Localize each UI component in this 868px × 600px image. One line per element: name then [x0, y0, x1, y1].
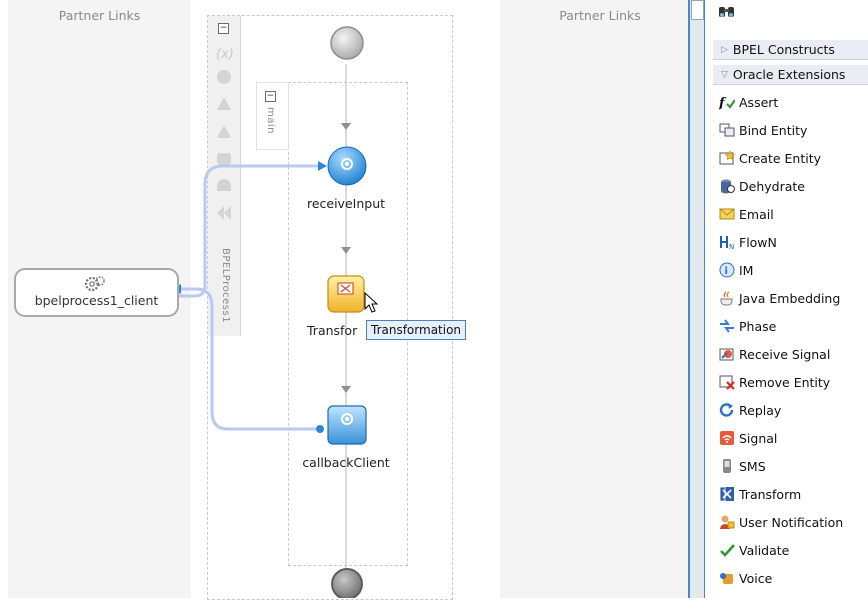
mouse-cursor-icon	[364, 292, 379, 313]
phase-icon	[719, 318, 735, 334]
palette-item-receive-signal[interactable]: Receive Signal	[713, 340, 868, 368]
section-label: BPEL Constructs	[732, 42, 835, 57]
user-notification-icon	[719, 514, 735, 530]
palette-item-dehydrate[interactable]: Dehydrate	[713, 172, 868, 200]
svg-text:f: f	[719, 96, 727, 110]
create-entity-icon	[719, 150, 735, 166]
palette-section-oracle-extensions[interactable]: ▽ Oracle Extensions	[713, 65, 868, 85]
voice-icon	[719, 570, 735, 586]
expand-icon: ▷	[721, 44, 728, 55]
collapse-icon: ▽	[721, 69, 728, 80]
validate-icon	[719, 542, 735, 558]
palette-scroll-thumb[interactable]	[691, 0, 704, 20]
svg-text:N: N	[729, 243, 734, 250]
section-label: Oracle Extensions	[732, 67, 846, 82]
bind-entity-icon	[719, 122, 735, 138]
start-node[interactable]	[329, 25, 365, 61]
replay-icon	[719, 402, 735, 418]
transformation-tooltip: Transformation	[366, 320, 467, 340]
wire-client-to-receive	[178, 164, 322, 298]
receive-signal-icon	[719, 346, 735, 362]
email-icon	[719, 206, 735, 222]
flow-arrow-3	[341, 386, 351, 393]
palette-item-bind-entity[interactable]: Bind Entity	[713, 116, 868, 144]
palette-item-signal[interactable]: Signal	[713, 424, 868, 452]
callback-client-icon[interactable]	[326, 404, 368, 446]
signal-icon	[719, 430, 735, 446]
palette-item-voice[interactable]: Voice	[713, 564, 868, 592]
flown-icon: N	[719, 234, 735, 250]
palette-item-im[interactable]: i IM	[713, 256, 868, 284]
receive-input-label[interactable]: receiveInput	[296, 196, 396, 211]
svg-text:i: i	[725, 266, 728, 277]
palette-item-assert[interactable]: f Assert	[713, 88, 868, 116]
wire-callback-to-client	[180, 287, 316, 431]
transform-activity-label[interactable]: Transfor	[307, 323, 357, 338]
flow-arrow-1	[341, 123, 351, 130]
gears-icon	[84, 276, 105, 292]
palette-item-replay[interactable]: Replay	[713, 396, 868, 424]
palette-section-bpel-constructs[interactable]: ▷ BPEL Constructs	[713, 40, 868, 60]
im-icon: i	[719, 262, 735, 278]
assert-icon: f	[719, 94, 735, 110]
palette-item-user-notification[interactable]: User Notification	[713, 508, 868, 536]
sms-icon	[719, 458, 735, 474]
callback-port	[316, 425, 324, 433]
binoculars-search-icon[interactable]	[717, 4, 737, 20]
remove-entity-icon	[719, 374, 735, 390]
palette-item-validate[interactable]: Validate	[713, 536, 868, 564]
transformation-activity-icon[interactable]	[326, 274, 366, 314]
callback-client-label[interactable]: callbackClient	[296, 455, 396, 470]
transform-icon	[719, 486, 735, 502]
palette-item-email[interactable]: Email	[713, 200, 868, 228]
component-palette: ▷ BPEL Constructs ▽ Oracle Extensions f …	[713, 0, 868, 598]
java-embedding-icon	[719, 290, 735, 306]
dehydrate-icon	[719, 178, 735, 194]
palette-item-transform[interactable]: Transform	[713, 480, 868, 508]
palette-item-flown[interactable]: N FlowN	[713, 228, 868, 256]
palette-item-phase[interactable]: Phase	[713, 312, 868, 340]
flow-arrow-2	[341, 247, 351, 254]
palette-item-sms[interactable]: SMS	[713, 452, 868, 480]
palette-item-java-embedding[interactable]: Java Embedding	[713, 284, 868, 312]
end-node[interactable]	[329, 566, 365, 598]
palette-item-remove-entity[interactable]: Remove Entity	[713, 368, 868, 396]
palette-item-create-entity[interactable]: Create Entity	[713, 144, 868, 172]
receive-input-icon[interactable]	[326, 145, 368, 187]
client-partner-label: bpelprocess1_client	[34, 293, 159, 308]
